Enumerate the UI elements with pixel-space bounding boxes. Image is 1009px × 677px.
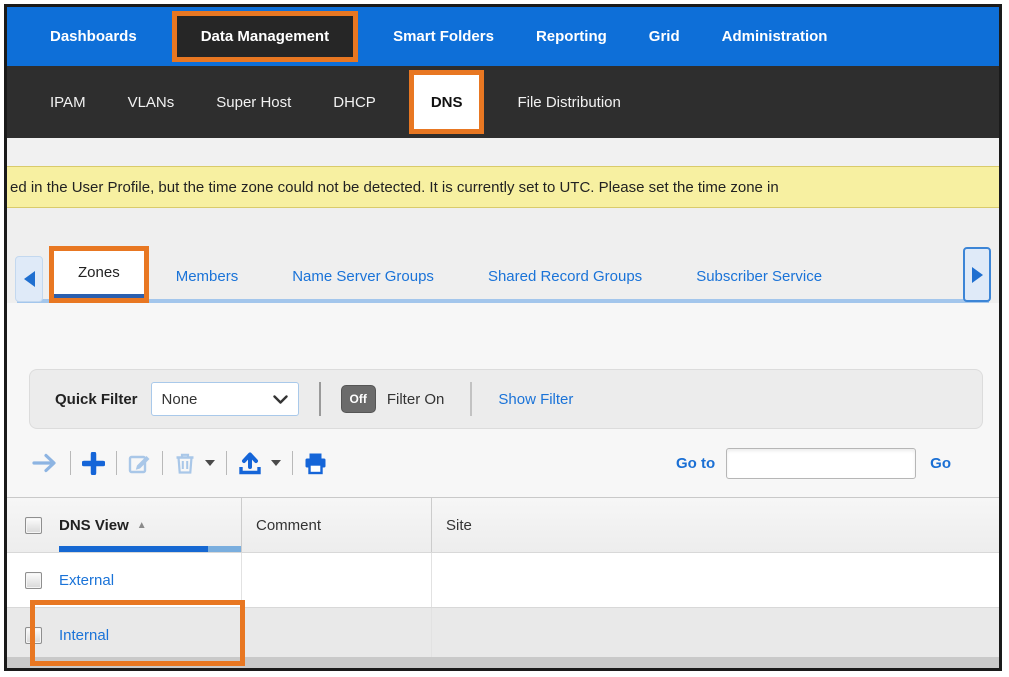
nav-item-data-management[interactable]: Data Management [172, 11, 358, 62]
nav-item-administration[interactable]: Administration [701, 28, 849, 45]
dns-tab-bar: Zones Members Name Server Groups Shared … [7, 246, 999, 303]
subnav-item-vlans[interactable]: VLANs [107, 94, 196, 111]
toolbar-separator [70, 451, 71, 475]
export-dropdown-caret-icon[interactable] [271, 460, 281, 466]
tab-shared-record-groups[interactable]: Shared Record Groups [461, 250, 669, 303]
dns-view-link-external[interactable]: External [59, 572, 114, 589]
goto-label: Go to [676, 455, 715, 472]
delete-dropdown-caret-icon[interactable] [205, 460, 215, 466]
tab-subscriber-service[interactable]: Subscriber Service [669, 250, 822, 303]
go-button[interactable]: Go [930, 455, 951, 472]
quick-filter-dropdown[interactable]: None [151, 382, 299, 416]
export-icon[interactable] [238, 452, 262, 475]
toolbar-separator [226, 451, 227, 475]
quick-filter-label: Quick Filter [55, 391, 138, 408]
nav-item-dashboards[interactable]: Dashboards [29, 28, 158, 45]
table-toolbar: Go to Go [7, 429, 999, 497]
sort-ascending-icon: ▲ [137, 520, 147, 531]
add-icon[interactable] [82, 452, 105, 475]
edit-icon[interactable] [128, 452, 151, 475]
show-filter-link[interactable]: Show Filter [498, 391, 573, 408]
tab-members[interactable]: Members [149, 250, 266, 303]
quick-filter-panel: Quick Filter None Off Filter On Show Fil… [29, 369, 983, 429]
chevron-right-icon [972, 267, 983, 283]
subnav-item-ipam[interactable]: IPAM [29, 94, 107, 111]
timezone-warning-text: ed in the User Profile, but the time zon… [10, 179, 779, 196]
select-all-checkbox-cell [7, 498, 59, 552]
subnav-item-dns[interactable]: DNS [409, 70, 485, 134]
goto-input[interactable] [726, 448, 916, 479]
row-checkbox-cell [7, 553, 59, 607]
delete-icon[interactable] [174, 452, 196, 475]
site-cell [431, 608, 999, 662]
tab-scroll-left-button[interactable] [15, 256, 43, 302]
sorted-column-underline [59, 546, 241, 552]
nav-item-smart-folders[interactable]: Smart Folders [372, 28, 515, 45]
column-header-dns-view-label: DNS View [59, 517, 129, 534]
select-all-checkbox[interactable] [25, 517, 42, 534]
nav-item-reporting[interactable]: Reporting [515, 28, 628, 45]
filter-toggle-button[interactable]: Off [341, 385, 376, 413]
top-navigation: Dashboards Data Management Smart Folders… [7, 7, 999, 66]
site-cell [431, 553, 999, 607]
filter-divider [319, 382, 321, 416]
timezone-warning-banner: ed in the User Profile, but the time zon… [7, 166, 999, 208]
annotation-box-zones: Zones [49, 246, 149, 303]
chevron-left-icon [24, 271, 35, 287]
table-header-row: DNS View ▲ Comment Site [7, 497, 999, 552]
goto-group: Go to Go [676, 448, 951, 479]
spacer-band [7, 208, 999, 246]
tab-zones[interactable]: Zones [54, 251, 144, 298]
toolbar-separator [116, 451, 117, 475]
tab-scroll-right-button[interactable] [963, 247, 991, 302]
column-header-dns-view[interactable]: DNS View ▲ [59, 498, 241, 552]
spacer-strip [7, 138, 999, 166]
column-header-comment[interactable]: Comment [241, 498, 431, 552]
comment-cell [241, 553, 431, 607]
chevron-down-icon [273, 395, 288, 404]
toolbar-separator [292, 451, 293, 475]
annotation-box-internal [30, 600, 245, 666]
filter-on-label: Filter On [387, 391, 445, 408]
table-row-external[interactable]: External [7, 552, 999, 607]
subnav-item-dhcp[interactable]: DHCP [312, 94, 397, 111]
row-checkbox[interactable] [25, 572, 42, 589]
filter-divider-2 [470, 382, 472, 416]
sub-navigation: IPAM VLANs Super Host DHCP DNS File Dist… [7, 66, 999, 138]
subnav-item-super-host[interactable]: Super Host [195, 94, 312, 111]
quick-filter-value: None [162, 391, 198, 408]
app-window: Dashboards Data Management Smart Folders… [4, 4, 1002, 671]
go-arrow-icon[interactable] [32, 452, 59, 474]
subnav-item-file-distribution[interactable]: File Distribution [496, 94, 641, 111]
nav-item-grid[interactable]: Grid [628, 28, 701, 45]
column-header-site[interactable]: Site [431, 498, 999, 552]
comment-cell [241, 608, 431, 662]
tab-name-server-groups[interactable]: Name Server Groups [265, 250, 461, 303]
print-icon[interactable] [304, 452, 327, 475]
toolbar-separator [162, 451, 163, 475]
